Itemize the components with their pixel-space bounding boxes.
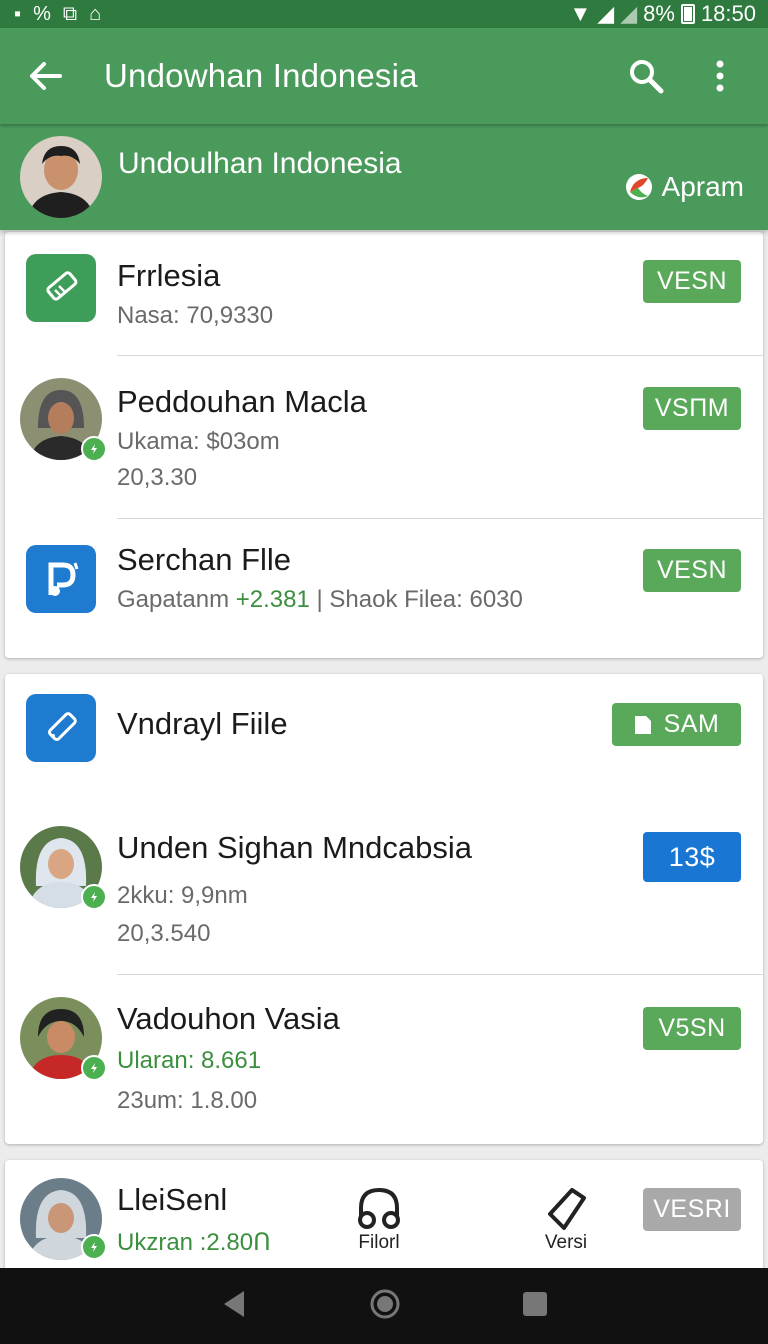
list-item[interactable]: Peddouhan Macla Ukama: $03om 20,3.30 VSΠ… bbox=[5, 356, 763, 520]
item-title: LleiSenl bbox=[117, 1182, 228, 1217]
list-item[interactable]: LleiSenl Ukzran :2.80Ո Filorl Versi VESR… bbox=[5, 1160, 763, 1280]
apram-label: Apram bbox=[661, 171, 744, 202]
item-subtitle: 2kku: 9,9nm bbox=[117, 882, 248, 909]
item-title: Unden Sighan Mndcabsia bbox=[117, 830, 473, 865]
file-card-1: Frrlesia Nasa: 70,9330 VESN Peddouhan Ma… bbox=[5, 232, 763, 658]
profile-name: Undoulhan Indonesia bbox=[118, 147, 402, 180]
price-button[interactable]: 13$ bbox=[643, 832, 741, 882]
clock: 18:50 bbox=[700, 1, 756, 26]
verified-icon bbox=[81, 436, 107, 462]
home-icon: ⌂ bbox=[89, 3, 102, 25]
item-subtitle: Nasa: 70,9330 bbox=[117, 302, 274, 329]
apram-logo-icon bbox=[625, 174, 652, 200]
item-subtitle-prefix: Gapatanm bbox=[117, 586, 230, 613]
version-button[interactable]: VESN bbox=[643, 549, 741, 592]
item-subtitle: Gapatanm +2.381 | Shaok Filea: 6030 bbox=[117, 586, 523, 614]
search-icon[interactable] bbox=[618, 48, 674, 104]
status-bar: ▪ % ⧉ ⌂ ▼ ◢ ◢ 8% 18:50 bbox=[0, 0, 768, 28]
wifi-icon: ▼ bbox=[569, 1, 592, 26]
profile-avatar[interactable] bbox=[20, 136, 102, 218]
item-subtitle-change: +2.381 bbox=[235, 586, 310, 613]
signal2-icon: ◢ bbox=[620, 1, 638, 26]
verified-icon bbox=[81, 1055, 107, 1081]
file-card-3: LleiSenl Ukzran :2.80Ո Filorl Versi VESR… bbox=[5, 1160, 763, 1280]
versi-action[interactable]: Versi bbox=[542, 1186, 590, 1254]
apram-badge[interactable]: Apram bbox=[624, 171, 744, 203]
system-nav-bar bbox=[0, 1268, 768, 1344]
battery-percent: 8% bbox=[643, 1, 675, 26]
file-app-icon bbox=[26, 694, 96, 762]
item-subtitle: Ularan: 8.661 bbox=[117, 1047, 262, 1074]
item-meta: 20,3.540 bbox=[117, 920, 211, 947]
sam-label: SAM bbox=[663, 710, 720, 738]
percent-icon: % bbox=[33, 3, 51, 25]
version-button[interactable]: VESRI bbox=[643, 1188, 741, 1231]
item-title: Frrlesia bbox=[117, 258, 221, 293]
item-meta: 20,3.30 bbox=[117, 464, 198, 491]
versi-label: Versi bbox=[544, 1232, 588, 1253]
nav-recents-icon[interactable] bbox=[522, 1291, 548, 1322]
verified-icon bbox=[81, 1234, 107, 1260]
notification-icon: ▪ bbox=[14, 3, 22, 25]
verified-icon bbox=[81, 884, 107, 910]
list-item[interactable]: Serchan Flle Gapatanm +2.381 | Shaok Fil… bbox=[5, 520, 763, 658]
list-item[interactable]: Vadouhon Vasia Ularan: 8.661 23um: 1.8.0… bbox=[5, 975, 763, 1144]
headphones-icon bbox=[358, 1187, 400, 1229]
more-vert-icon[interactable] bbox=[692, 48, 748, 104]
list-item[interactable]: Unden Sighan Mndcabsia 2kku: 9,9nm 20,3.… bbox=[5, 804, 763, 974]
item-title: Peddouhan Macla bbox=[117, 384, 367, 419]
file-app-icon bbox=[26, 254, 96, 322]
sam-button[interactable]: SAM bbox=[612, 703, 741, 746]
battery-icon bbox=[680, 4, 695, 24]
cast-icon: ⧉ bbox=[62, 3, 78, 25]
item-title: Vndrayl Fiile bbox=[117, 706, 288, 741]
file-card-2: Vndrayl Fiile SAM Unden Sighan Mndcabsia… bbox=[5, 674, 763, 1144]
item-meta: 23um: 1.8.00 bbox=[117, 1087, 258, 1114]
list-item[interactable]: Vndrayl Fiile SAM bbox=[5, 674, 763, 804]
version-button[interactable]: VSΠM bbox=[643, 387, 741, 430]
file-app-icon bbox=[26, 545, 96, 613]
list-item[interactable]: Frrlesia Nasa: 70,9330 VESN bbox=[5, 232, 763, 356]
version-button[interactable]: V5SN bbox=[643, 1007, 741, 1050]
version-button[interactable]: VESN bbox=[643, 260, 741, 303]
nav-home-icon[interactable] bbox=[369, 1288, 401, 1325]
profile-header: Undoulhan Indonesia Apram bbox=[0, 124, 768, 230]
app-title: Undowhan Indonesia bbox=[104, 57, 418, 94]
back-arrow-icon[interactable] bbox=[20, 51, 70, 101]
nav-back-icon[interactable] bbox=[220, 1289, 248, 1324]
item-subtitle: Ukzran :2.80Ո bbox=[117, 1229, 271, 1256]
app-bar: Undowhan Indonesia bbox=[0, 28, 768, 124]
edit-icon bbox=[548, 1188, 586, 1230]
filorl-action[interactable]: Filorl bbox=[355, 1186, 403, 1254]
item-subtitle-suffix: | Shaok Filea: 6030 bbox=[316, 586, 523, 613]
signal-icon: ◢ bbox=[597, 1, 615, 26]
item-title: Serchan Flle bbox=[117, 542, 292, 577]
item-subtitle: Ukama: $03om bbox=[117, 428, 280, 455]
item-title: Vadouhon Vasia bbox=[117, 1001, 340, 1036]
filorl-label: Filorl bbox=[358, 1232, 400, 1253]
file-icon bbox=[634, 715, 651, 734]
divider bbox=[117, 518, 763, 519]
